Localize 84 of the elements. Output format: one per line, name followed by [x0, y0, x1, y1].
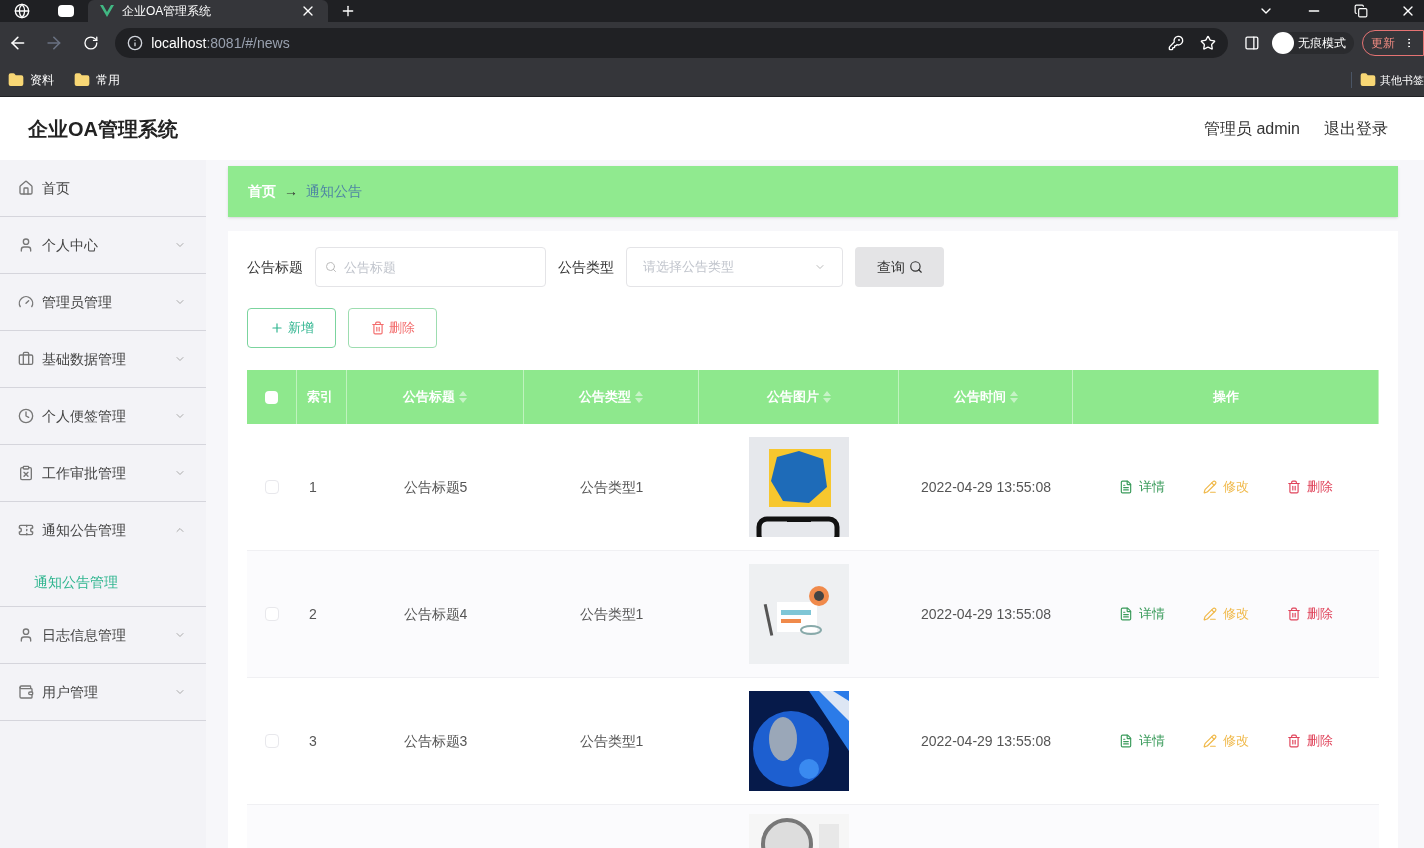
table-cell-text: 公告标题4 [403, 604, 468, 624]
sidebar-item[interactable]: 基础数据管理 [0, 331, 206, 387]
info-icon[interactable] [127, 35, 144, 51]
row-action-link[interactable]: 删除 [1287, 731, 1333, 751]
search-icon [908, 260, 923, 274]
user-icon [18, 237, 34, 253]
sidebar-item[interactable]: 个人便签管理 [0, 388, 206, 444]
side-panel-icon[interactable] [1244, 35, 1260, 51]
folder-icon [74, 72, 90, 88]
table-cell-text: 公告类型1 [579, 604, 644, 624]
add-button[interactable]: 新增 [247, 308, 336, 348]
clipboard-icon [18, 465, 34, 481]
table-cell-text: 1 [309, 477, 317, 497]
bookmark[interactable]: 常用 [74, 71, 120, 89]
row-action-link[interactable]: 删除 [1287, 604, 1333, 624]
other-bookmarks[interactable]: 其他书签 [1351, 71, 1424, 89]
logout-link[interactable]: 退出登录 [1324, 116, 1388, 141]
sidebar-item[interactable]: 通知公告管理 [0, 502, 206, 558]
reload-icon[interactable] [83, 35, 100, 51]
row-action-link[interactable]: 删除 [1287, 477, 1333, 497]
table-cell-text: 公告标题3 [403, 731, 468, 751]
globe-icon[interactable] [14, 3, 30, 19]
pencil-icon [1203, 480, 1217, 494]
filter-label: 公告标题 [247, 257, 303, 277]
submenu-item[interactable]: 通知公告管理 [0, 558, 206, 606]
filter-label: 公告类型 [558, 257, 614, 277]
address-bar[interactable]: localhost:8081/#/news [115, 28, 1229, 58]
document-icon [1119, 480, 1133, 494]
sidebar-item[interactable]: 个人中心 [0, 217, 206, 273]
sidebar-item[interactable]: 首页 [0, 160, 206, 216]
user-label: 管理员 admin [1203, 118, 1300, 139]
document-icon [1119, 607, 1133, 621]
restore-icon[interactable] [1354, 4, 1368, 18]
browser-tab[interactable]: 企业OA管理系统 [88, 0, 328, 22]
new-tab-icon[interactable] [340, 3, 356, 19]
window-icon[interactable] [58, 5, 74, 17]
row-action-link[interactable]: 详情 [1119, 731, 1165, 751]
v-logo-icon [100, 5, 114, 17]
breadcrumb-separator: → [284, 182, 298, 201]
trash-icon [1287, 607, 1301, 621]
user-icon [18, 627, 34, 643]
table-cell-text: 公告标题5 [403, 477, 468, 497]
sidebar-item[interactable]: 工作审批管理 [0, 445, 206, 501]
plus-icon [269, 321, 284, 335]
table-cell-text: 3 [309, 731, 317, 751]
url-text: localhost:8081/#/news [151, 33, 290, 53]
app-title: 企业OA管理系统 [28, 116, 178, 142]
search-button[interactable]: 查询 [855, 247, 944, 287]
table-cell-text: 公告类型1 [579, 731, 644, 751]
sidebar-item[interactable]: 管理员管理 [0, 274, 206, 330]
delete-button[interactable]: 删除 [348, 308, 437, 348]
sidebar-item[interactable]: 日志信息管理 [0, 607, 206, 663]
profile-chip[interactable]: 无痕模式 [1271, 32, 1354, 54]
table-cell-text: 2022-04-29 13:55:08 [921, 604, 1051, 624]
profile-label: 无痕模式 [1297, 35, 1346, 52]
row-action-link[interactable]: 详情 [1119, 604, 1165, 624]
bookmark[interactable]: 资料 [8, 71, 54, 89]
gauge-icon [18, 294, 34, 310]
tab-title: 企业OA管理系统 [122, 3, 213, 20]
clock-icon [18, 408, 34, 424]
sidebar-item[interactable]: 用户管理 [0, 664, 206, 720]
trash-icon [1287, 480, 1301, 494]
folder-icon [8, 72, 24, 88]
table-cell-text: 2022-04-29 13:55:08 [921, 477, 1051, 497]
table-cell-text: 2 [309, 604, 317, 624]
star-icon[interactable] [1200, 35, 1217, 51]
briefcase-icon [18, 351, 34, 367]
row-action-link[interactable]: 详情 [1119, 477, 1165, 497]
search-icon [325, 261, 337, 273]
breadcrumb-item[interactable]: 通知公告 [306, 181, 362, 202]
title-search-field[interactable]: 公告标题 [315, 247, 546, 287]
wallet-icon [18, 684, 34, 700]
trash-icon [1287, 734, 1301, 748]
table-cell-text: 2022-04-29 13:55:08 [921, 731, 1051, 751]
pencil-icon [1203, 734, 1217, 748]
document-icon [1119, 734, 1133, 748]
pencil-icon [1203, 607, 1217, 621]
key-icon[interactable] [1168, 35, 1185, 51]
ticket-icon [18, 522, 34, 538]
select-all-checkbox[interactable] [265, 390, 278, 404]
home-icon [18, 180, 34, 196]
table-cell-text: 公告类型1 [579, 477, 644, 497]
trash-icon [370, 321, 385, 335]
folder-icon [1360, 72, 1376, 88]
